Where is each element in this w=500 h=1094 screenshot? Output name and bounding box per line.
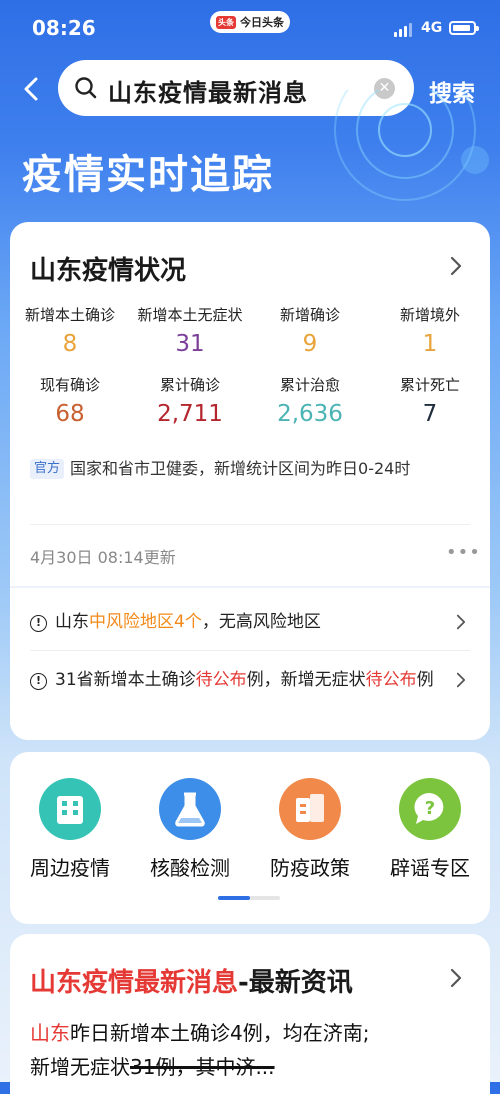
stat-label: 累计治愈 [279, 376, 340, 394]
news-snippet[interactable]: 山东昨日新增本土确诊4例，均在济南; 新增无症状31例，其中济... [30, 1016, 470, 1084]
notice-highlight: 待公布 [195, 670, 247, 690]
stat-label: 累计死亡 [399, 376, 460, 394]
risk-notices: ! 山东中风险地区4个，无高风险地区 ! 31省新增本土确诊待公布例，新增无症状待公… [10, 588, 490, 740]
notice-text: 31省新增本土确诊 [55, 670, 196, 690]
stat-label: 新增确诊 [279, 306, 340, 324]
stat-value: 68 [55, 401, 85, 427]
alert-icon: ! [30, 615, 47, 632]
news-card[interactable]: 山东疫情最新消息-最新资讯 山东昨日新增本土确诊4例，均在济南; 新增无症状31… [10, 934, 490, 1094]
service-label: 核酸检测 [150, 856, 230, 880]
app-name: 今日头条 [240, 16, 284, 29]
news-text-struck: 31例，其中济... [130, 1055, 275, 1079]
services-card: 周边疫情 核酸检测 防疫政策 ? 辟谣专区 [10, 752, 490, 924]
service-icon-circle: ? [399, 778, 461, 840]
chevron-right-icon[interactable] [450, 256, 462, 276]
update-timestamp: 4月30日 08:14更新 [30, 548, 176, 567]
service-label: 辟谣专区 [390, 856, 470, 880]
news-title-rest: -最新资讯 [238, 968, 353, 998]
divider [30, 524, 470, 525]
data-source-note: 官方 国家和省市卫健委，新增统计区间为昨日0-24时 [30, 454, 470, 484]
status-bar: 08:26 头条 今日头条 4G [0, 0, 500, 58]
stat-label: 新增境外 [399, 306, 460, 324]
search-icon [75, 77, 97, 99]
notice-text: 例，新增无症状 [246, 670, 366, 690]
source-text: 国家和省市卫健委，新增统计区间为昨日0-24时 [70, 459, 411, 478]
news-highlight: 山东 [30, 1021, 70, 1045]
stat-total-deaths[interactable]: 累计死亡 7 [370, 374, 490, 427]
chevron-right-icon[interactable] [456, 672, 466, 688]
question-icon: ? [414, 792, 444, 824]
policy-icon [296, 794, 324, 822]
app-logo: 头条 [216, 15, 236, 29]
search-query: 山东疫情最新消息 [108, 79, 308, 107]
stat-value: 9 [302, 331, 318, 357]
stat-label: 累计确诊 [159, 376, 220, 394]
stat-new-imported[interactable]: 新增境外 1 [370, 304, 490, 357]
page-indicator [218, 896, 280, 900]
back-arrow-icon[interactable] [20, 74, 42, 104]
service-rumor-debunk[interactable]: ? 辟谣专区 [370, 778, 490, 881]
service-nucleic-test[interactable]: 核酸检测 [130, 778, 250, 881]
service-icon-circle [39, 778, 101, 840]
news-text: 新增无症状 [30, 1055, 130, 1079]
service-label: 周边疫情 [30, 856, 110, 880]
banner-title: 疫情实时追踪 [22, 152, 274, 198]
stat-new-confirmed[interactable]: 新增确诊 9 [250, 304, 370, 357]
news-title-highlight: 山东疫情最新消息 [30, 968, 239, 998]
chevron-right-icon[interactable] [456, 614, 466, 630]
stat-label: 新增本土确诊 [24, 306, 115, 324]
stat-total-recovered[interactable]: 累计治愈 2,636 [250, 374, 370, 427]
news-text: 昨日新增本土确诊4例，均在济南; [70, 1021, 370, 1045]
stat-current-confirmed[interactable]: 现有确诊 68 [10, 374, 130, 427]
radar-decoration-icon [334, 90, 489, 201]
stat-label: 现有确诊 [39, 376, 100, 394]
risk-area-notice[interactable]: ! 山东中风险地区4个，无高风险地区 [30, 608, 450, 636]
stat-value: 2,636 [277, 401, 343, 427]
stat-total-confirmed[interactable]: 累计确诊 2,711 [130, 374, 250, 427]
service-nearby-outbreak[interactable]: 周边疫情 [10, 778, 130, 881]
stat-label: 新增本土无症状 [137, 306, 243, 324]
stat-value: 31 [175, 331, 205, 357]
stat-value: 1 [422, 331, 438, 357]
building-icon [57, 796, 83, 824]
notice-text: 山东 [55, 612, 89, 632]
official-badge: 官方 [30, 459, 65, 479]
divider [30, 650, 470, 651]
more-options-icon[interactable]: ••• [446, 542, 481, 563]
notice-text: ，无高风险地区 [201, 612, 321, 632]
service-icon-circle [159, 778, 221, 840]
stat-new-local-asymptomatic[interactable]: 新增本土无症状 31 [130, 304, 250, 357]
service-prevention-policy[interactable]: 防疫政策 [250, 778, 370, 881]
svg-text:?: ? [425, 798, 435, 819]
stat-new-local-confirmed[interactable]: 新增本土确诊 8 [10, 304, 130, 357]
alert-icon: ! [30, 673, 47, 690]
stat-value: 7 [422, 401, 438, 427]
notice-highlight: 待公布 [365, 670, 417, 690]
news-title: 山东疫情最新消息-最新资讯 [30, 962, 353, 999]
chevron-right-icon[interactable] [450, 968, 462, 988]
notice-highlight: 中风险地区4个 [89, 612, 202, 632]
service-icon-circle [279, 778, 341, 840]
overview-title: 山东疫情状况 [30, 256, 187, 286]
stat-value: 2,711 [157, 401, 223, 427]
stat-value: 8 [62, 331, 78, 357]
status-time: 08:26 [32, 16, 96, 40]
national-cases-notice[interactable]: ! 31省新增本土确诊待公布例，新增无症状待公布例 [30, 666, 450, 694]
outbreak-overview-card: 山东疫情状况 新增本土确诊 8 新增本土无症状 31 新增确诊 9 新增境外 1… [10, 222, 490, 740]
service-label: 防疫政策 [270, 856, 350, 880]
signal-icon [394, 23, 412, 37]
app-indicator[interactable]: 头条 今日头条 [210, 11, 290, 33]
network-type: 4G [421, 20, 443, 36]
flask-icon [175, 792, 205, 827]
notice-text: 例 [416, 670, 434, 690]
battery-icon [449, 21, 479, 35]
